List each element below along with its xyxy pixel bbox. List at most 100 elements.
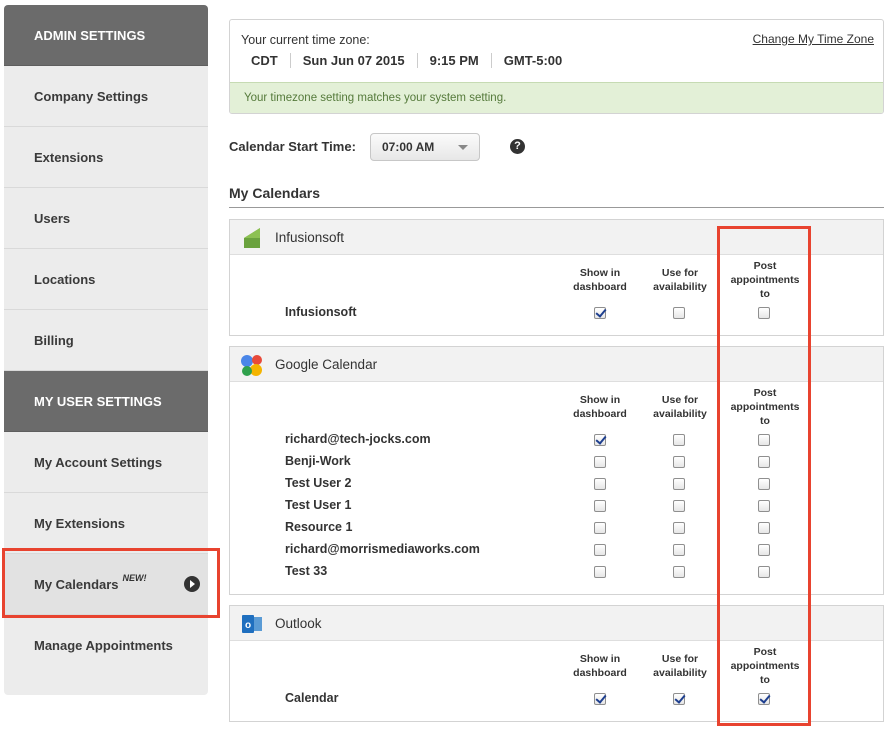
- timezone-time: 9:15 PM: [416, 53, 491, 68]
- provider-name: Infusionsoft: [275, 230, 345, 245]
- calendar-row: Benji-Work: [230, 451, 883, 473]
- provider-header: Infusionsoft: [230, 220, 883, 255]
- show-in-dashboard-checkbox[interactable]: [594, 500, 606, 512]
- sidebar-item-my-account-settings[interactable]: My Account Settings: [4, 432, 208, 493]
- calendar-start-time-value: 07:00 AM: [382, 140, 435, 154]
- calendar-name: Test 33: [285, 564, 328, 578]
- calendar-row: richard@tech-jocks.com: [230, 429, 883, 451]
- column-headers: Show in dashboard Use for availability Pos…: [230, 641, 883, 686]
- sidebar-item-locations[interactable]: Locations: [4, 249, 208, 310]
- calendar-provider-outlook: o Outlook Show in dashboard Use for availa…: [229, 605, 884, 722]
- sidebar-item-label: My Extensions: [34, 515, 126, 531]
- calendar-provider-infusionsoft: Infusionsoft Show in dashboard Use for ava…: [229, 219, 884, 336]
- sidebar-header-admin-settings: ADMIN SETTINGS: [4, 5, 208, 66]
- post-appointments-checkbox[interactable]: [758, 544, 770, 556]
- col-header-use-for-availability: Use for availability: [653, 394, 707, 420]
- timezone-date: Sun Jun 07 2015: [289, 53, 417, 68]
- my-calendars-title: My Calendars: [229, 185, 321, 201]
- show-in-dashboard-checkbox[interactable]: [594, 478, 606, 490]
- col-header-use-for-availability: Use for availability: [653, 653, 707, 679]
- change-time-zone-link[interactable]: Change My Time Zone: [753, 32, 874, 46]
- use-for-availability-checkbox[interactable]: [673, 544, 685, 556]
- sidebar-item-extensions[interactable]: Extensions: [4, 127, 208, 188]
- col-header-post-appointments-to: Post appointments to: [730, 387, 800, 427]
- column-headers: Show in dashboard Use for availability Pos…: [230, 382, 883, 427]
- show-in-dashboard-checkbox[interactable]: [594, 566, 606, 578]
- show-in-dashboard-checkbox[interactable]: [594, 522, 606, 534]
- calendar-name: Resource 1: [285, 520, 353, 534]
- post-appointments-checkbox[interactable]: [758, 693, 770, 705]
- chevron-down-icon: [458, 145, 468, 150]
- show-in-dashboard-checkbox[interactable]: [594, 434, 606, 446]
- timezone-zone: CDT: [251, 53, 278, 68]
- use-for-availability-checkbox[interactable]: [673, 478, 685, 490]
- section-divider: [229, 207, 884, 208]
- post-appointments-checkbox[interactable]: [758, 307, 770, 319]
- use-for-availability-checkbox[interactable]: [673, 693, 685, 705]
- sidebar-item-company-settings[interactable]: Company Settings: [4, 66, 208, 127]
- use-for-availability-checkbox[interactable]: [673, 307, 685, 319]
- provider-header: Google Calendar: [230, 347, 883, 382]
- provider-name: Google Calendar: [275, 357, 378, 372]
- use-for-availability-checkbox[interactable]: [673, 456, 685, 468]
- sidebar-item-my-extensions[interactable]: My Extensions: [4, 493, 208, 554]
- help-icon[interactable]: ?: [510, 139, 525, 154]
- post-appointments-checkbox[interactable]: [758, 566, 770, 578]
- new-badge: NEW!: [122, 573, 147, 583]
- use-for-availability-checkbox[interactable]: [673, 434, 685, 446]
- col-header-use-for-availability: Use for availability: [653, 267, 707, 293]
- timezone-values: CDT Sun Jun 07 2015 9:15 PM GMT-5:00: [240, 53, 574, 68]
- calendar-row: Resource 1: [230, 517, 883, 539]
- timezone-label: Your current time zone:: [241, 33, 370, 47]
- sidebar-header-label: MY USER SETTINGS: [34, 393, 162, 409]
- calendar-row: Test 33: [230, 561, 883, 583]
- calendar-row: Test User 2: [230, 473, 883, 495]
- post-appointments-checkbox[interactable]: [758, 478, 770, 490]
- sidebar-header-my-user-settings: MY USER SETTINGS: [4, 371, 208, 432]
- infusionsoft-logo-icon: [244, 228, 260, 248]
- calendar-row: Test User 1: [230, 495, 883, 517]
- use-for-availability-checkbox[interactable]: [673, 522, 685, 534]
- use-for-availability-checkbox[interactable]: [673, 566, 685, 578]
- sidebar-item-label: Users: [34, 210, 71, 226]
- show-in-dashboard-checkbox[interactable]: [594, 544, 606, 556]
- sidebar-item-label: My Account Settings: [34, 454, 163, 470]
- calendar-row: Calendar: [230, 688, 883, 710]
- timezone-match-message: Your timezone setting matches your syste…: [230, 82, 883, 113]
- post-appointments-checkbox[interactable]: [758, 456, 770, 468]
- calendar-name: Benji-Work: [285, 454, 351, 468]
- provider-header: o Outlook: [230, 606, 883, 641]
- calendar-row: Infusionsoft: [230, 302, 883, 324]
- sidebar-item-manage-appointments[interactable]: Manage Appointments: [4, 615, 208, 676]
- sidebar-item-label: My Calendars: [34, 576, 119, 592]
- col-header-show-in-dashboard: Show in dashboard: [573, 394, 627, 420]
- calendar-name: Test User 2: [285, 476, 352, 490]
- svg-text:o: o: [245, 620, 251, 631]
- timezone-offset: GMT-5:00: [490, 53, 575, 68]
- calendar-provider-google: Google Calendar Show in dashboard Use for…: [229, 346, 884, 595]
- sidebar-item-label: Manage Appointments: [34, 638, 173, 653]
- calendar-name: Infusionsoft: [285, 305, 357, 319]
- sidebar-item-label: Company Settings: [34, 88, 149, 104]
- google-calendar-logo-icon: [241, 355, 262, 376]
- sidebar-item-users[interactable]: Users: [4, 188, 208, 249]
- arrow-right-circle-icon: [184, 576, 200, 592]
- post-appointments-checkbox[interactable]: [758, 434, 770, 446]
- calendar-start-time-select[interactable]: 07:00 AM: [370, 133, 480, 161]
- post-appointments-checkbox[interactable]: [758, 522, 770, 534]
- col-header-show-in-dashboard: Show in dashboard: [573, 653, 627, 679]
- show-in-dashboard-checkbox[interactable]: [594, 693, 606, 705]
- sidebar-item-my-calendars[interactable]: My Calendars NEW!: [4, 554, 208, 615]
- show-in-dashboard-checkbox[interactable]: [594, 456, 606, 468]
- calendar-name: richard@tech-jocks.com: [285, 432, 431, 446]
- sidebar-item-billing[interactable]: Billing: [4, 310, 208, 371]
- sidebar-item-label: Locations: [34, 271, 96, 287]
- col-header-show-in-dashboard: Show in dashboard: [573, 267, 627, 293]
- calendar-name: richard@morrismediaworks.com: [285, 542, 480, 556]
- provider-name: Outlook: [275, 616, 322, 631]
- outlook-logo-icon: o: [242, 615, 262, 633]
- use-for-availability-checkbox[interactable]: [673, 500, 685, 512]
- post-appointments-checkbox[interactable]: [758, 500, 770, 512]
- show-in-dashboard-checkbox[interactable]: [594, 307, 606, 319]
- calendar-name: Calendar: [285, 691, 339, 705]
